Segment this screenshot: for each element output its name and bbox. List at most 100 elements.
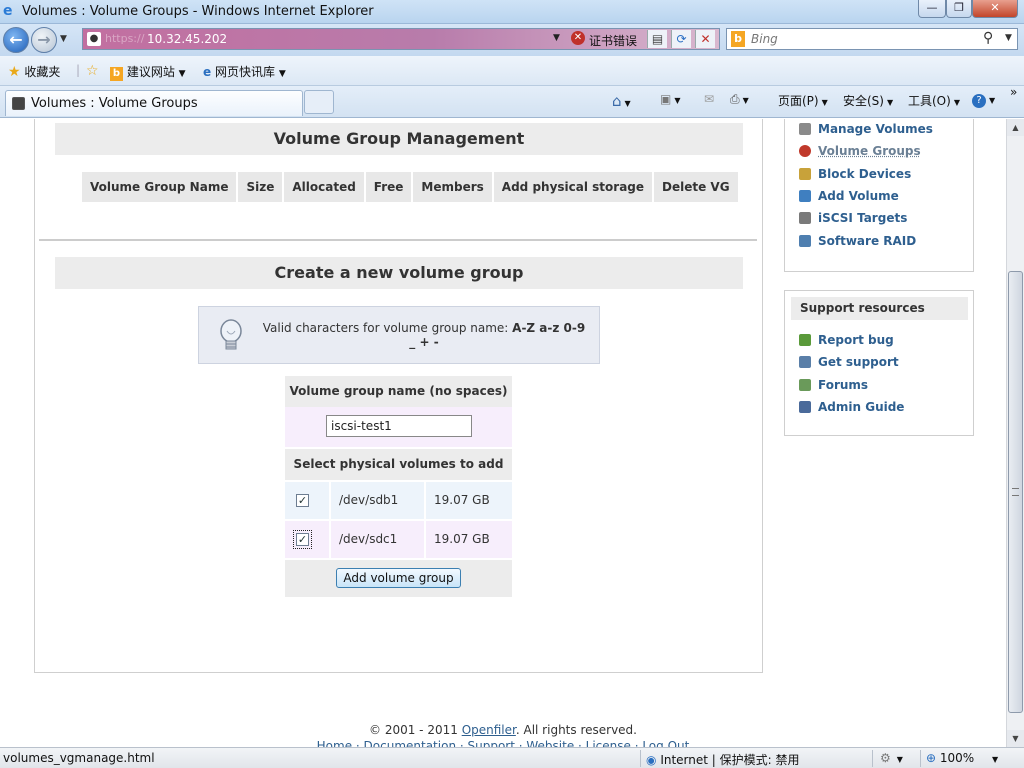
shield-error-icon[interactable]: ✕ (571, 31, 585, 45)
address-bar[interactable]: ● https:// 10.32.45.202 ▼ ✕ 证书错误 ▤ ⟳ ✕ (82, 28, 720, 50)
back-button[interactable]: ← (3, 27, 29, 53)
column-header: Size (238, 172, 283, 202)
add-favorite-icon[interactable]: ☆ (86, 63, 99, 79)
close-window-button[interactable]: ✕ (972, 0, 1018, 18)
sidebar-item-report-bug[interactable]: Report bug (799, 333, 894, 347)
help-menu[interactable]: ? ▼ (972, 92, 995, 108)
chevron-down-icon: ▼ (821, 98, 828, 107)
favorites-bar: ★ 收藏夹 | ☆ b 建议网站 ▼ e 网页快讯库 ▼ (0, 56, 1024, 86)
window-title: Volumes : Volume Groups - Windows Intern… (22, 4, 374, 19)
footer-links[interactable]: Home · Documentation · Support · Website… (0, 739, 1006, 747)
globe-icon: ◉ (646, 753, 657, 767)
search-dropdown-icon[interactable]: ▼ (1005, 33, 1012, 43)
favorites-button[interactable]: ★ 收藏夹 (8, 63, 60, 80)
divider (640, 750, 641, 767)
add-volume-group-button[interactable]: Add volume group (336, 568, 461, 588)
maximize-button[interactable]: ❐ (946, 0, 972, 18)
naming-tip: Valid characters for volume group name: … (198, 306, 600, 364)
search-placeholder: Bing (751, 32, 778, 46)
new-tab-button[interactable] (304, 90, 334, 114)
title-bar: e Volumes : Volume Groups - Windows Inte… (0, 0, 1024, 24)
copyright-prefix: © 2001 - 2011 (369, 723, 462, 737)
refresh-icon[interactable]: ⟳ (671, 30, 691, 48)
column-header: Allocated (284, 172, 364, 202)
stop-icon[interactable]: ✕ (695, 30, 715, 48)
status-bar: volumes_vgmanage.html ◉ Internet | 保护模式:… (0, 747, 1024, 768)
search-box[interactable]: b Bing ⚲ ▼ (726, 28, 1018, 50)
vertical-scrollbar[interactable]: ▲ ▼ (1006, 119, 1024, 747)
scroll-up-icon[interactable]: ▲ (1007, 119, 1024, 136)
support-resources-panel: Support resources Report bug Get support… (784, 290, 974, 436)
sidebar-item-volume-groups[interactable]: Volume Groups (799, 144, 921, 158)
block-devices-icon (799, 168, 811, 180)
grip-icon (1012, 488, 1019, 496)
create-volume-group-form: Volume group name (no spaces) Select phy… (285, 376, 512, 597)
back-arrow-icon: ← (9, 30, 23, 49)
sidebar-item-add-volume[interactable]: Add Volume (799, 189, 899, 203)
rss-icon: ▣ (660, 92, 672, 106)
tab-title: Volumes : Volume Groups (31, 96, 198, 111)
physical-volume-checkbox[interactable]: ✓ (296, 494, 309, 507)
certificate-error-label[interactable]: 证书错误 (589, 32, 637, 49)
tab-favicon-icon (12, 97, 25, 110)
submit-row: Add volume group (285, 560, 512, 597)
volume-group-management-heading: Volume Group Management (55, 123, 743, 155)
tools-menu[interactable]: 工具(O) ▼ (908, 92, 960, 109)
zoom-button[interactable]: ⊕ 100% ▼ (926, 751, 998, 765)
address-toolbar: ← → ▼ ● https:// 10.32.45.202 ▼ ✕ 证书错误 ▤… (0, 24, 1024, 56)
tools-menu-label: 工具(O) (908, 94, 951, 108)
more-commands-button[interactable]: » (1010, 85, 1017, 99)
volume-group-name-input[interactable] (326, 415, 472, 437)
compatibility-view-icon[interactable]: ▤ (647, 30, 667, 48)
web-slice-gallery-button[interactable]: e 网页快讯库 ▼ (203, 63, 286, 80)
feeds-button[interactable]: ▣ ▼ (660, 92, 681, 106)
device-name: /dev/sdc1 (331, 521, 424, 558)
address-dropdown-icon[interactable]: ▼ (553, 33, 560, 43)
star-icon: ★ (8, 64, 21, 80)
safety-menu[interactable]: 安全(S) ▼ (843, 92, 893, 109)
internet-explorer-icon: e (3, 3, 13, 19)
web-slice-gallery-label: 网页快讯库 (214, 65, 275, 79)
url-protocol: https:// (105, 32, 145, 45)
url-host: 10.32.45.202 (147, 32, 228, 46)
chevron-down-icon: ▼ (278, 69, 286, 79)
scroll-down-icon[interactable]: ▼ (1007, 730, 1024, 747)
device-size: 19.07 GB (426, 482, 512, 519)
physical-volume-checkbox[interactable]: ✓ (293, 530, 312, 549)
search-icon[interactable]: ⚲ (983, 30, 993, 46)
support-icon (799, 356, 811, 368)
sidebar-item-label: Add Volume (818, 189, 899, 203)
openfiler-link[interactable]: Openfiler (462, 723, 516, 737)
history-dropdown-icon[interactable]: ▼ (60, 34, 67, 44)
safety-menu-label: 安全(S) (843, 94, 884, 108)
security-zone[interactable]: ◉ Internet | 保护模式: 禁用 (646, 751, 800, 768)
scrollbar-thumb[interactable] (1008, 271, 1023, 713)
sidebar-item-forums[interactable]: Forums (799, 378, 868, 392)
sidebar-item-software-raid[interactable]: Software RAID (799, 234, 916, 248)
status-url: volumes_vgmanage.html (3, 751, 155, 765)
sidebar-item-iscsi-targets[interactable]: iSCSI Targets (799, 211, 907, 225)
sidebar-item-manage-volumes[interactable]: Manage Volumes (799, 122, 933, 136)
minimize-button[interactable]: — (918, 0, 946, 18)
forward-button[interactable]: → (31, 27, 57, 53)
volume-group-name-row (285, 407, 512, 447)
popup-blocker-button[interactable]: ⚙ ▼ (880, 751, 903, 765)
sidebar-item-label: Software RAID (818, 234, 917, 248)
bing-icon: b (731, 31, 745, 47)
printer-icon: ⎙ (730, 92, 740, 106)
sidebar-item-admin-guide[interactable]: Admin Guide (799, 400, 904, 414)
sidebar-item-get-support[interactable]: Get support (799, 355, 899, 369)
column-header: Volume Group Name (82, 172, 237, 202)
suggested-sites-button[interactable]: b 建议网站 ▼ (110, 63, 186, 81)
sidebar-item-label: Forums (818, 378, 869, 392)
read-mail-button[interactable]: ✉ (704, 92, 714, 106)
page-menu[interactable]: 页面(P) ▼ (778, 92, 828, 109)
zoom-level: 100% (939, 751, 975, 765)
sidebar-item-block-devices[interactable]: Block Devices (799, 167, 911, 181)
chevron-down-icon: ▼ (992, 755, 999, 764)
home-button[interactable]: ⌂ ▼ (612, 92, 631, 110)
divider: | (76, 63, 81, 77)
print-button[interactable]: ⎙ ▼ (730, 92, 749, 107)
tab-volume-groups[interactable]: Volumes : Volume Groups (5, 90, 303, 116)
suggested-sites-label: 建议网站 (126, 65, 175, 79)
